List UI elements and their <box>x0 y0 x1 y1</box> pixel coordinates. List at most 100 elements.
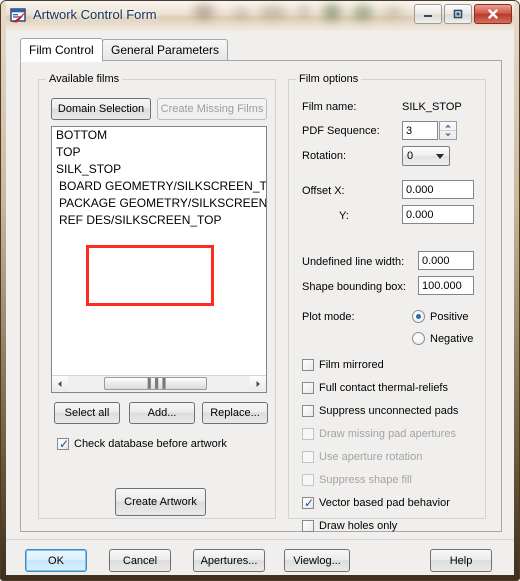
desktop-blur-blotch <box>323 4 341 20</box>
checkbox-draw-missing-pad-apertures[interactable]: Draw missing pad apertures <box>302 426 456 441</box>
title-bar[interactable]: Artwork Control Form <box>1 1 519 32</box>
film-options-group-title: Film options <box>296 73 362 85</box>
film-name-value: SILK_STOP <box>402 101 462 113</box>
scroll-right-arrow-icon[interactable] <box>250 376 266 391</box>
scrollbar-thumb[interactable]: ▐▐▐ <box>104 377 207 390</box>
checkbox-full-contact-thermal-reliefs[interactable]: Full contact thermal-reliefs <box>302 380 448 395</box>
dialog-window: Artwork Control Form Film Control Genera… <box>0 0 520 581</box>
checkbox-box <box>302 358 314 371</box>
undefined-line-width-input[interactable]: 0.000 <box>418 251 474 270</box>
tab-general-parameters[interactable]: General Parameters <box>102 39 229 60</box>
spinner-down-icon[interactable] <box>440 131 456 139</box>
listbox-horizontal-scrollbar[interactable]: ▐▐▐ <box>52 375 266 392</box>
rotation-dropdown[interactable]: 0 <box>402 146 450 166</box>
offset-y-input[interactable]: 0.000 <box>402 205 474 224</box>
dialog-button-bar: OK Cancel Apertures... Viewlog... Help <box>6 539 516 578</box>
tab-film-control-label: Film Control <box>29 43 94 57</box>
create-artwork-label: Create Artwork <box>124 496 197 508</box>
desktop-blur-blotch <box>383 7 403 18</box>
undefined-line-width-value: 0.000 <box>422 254 450 267</box>
desktop-blur-blotch <box>259 7 287 18</box>
shape-bounding-box-input[interactable]: 100.000 <box>418 276 474 295</box>
apertures-button[interactable]: Apertures... <box>193 549 265 572</box>
domain-selection-button[interactable]: Domain Selection <box>51 98 151 120</box>
pdf-sequence-input[interactable]: 3 <box>402 121 438 140</box>
offset-x-input[interactable]: 0.000 <box>402 180 474 199</box>
spinner-up-icon[interactable] <box>440 122 456 131</box>
add-label: Add... <box>147 407 177 419</box>
checkbox-film-mirrored[interactable]: Film mirrored <box>302 357 384 372</box>
checkbox-suppress-unconnected-pads[interactable]: Suppress unconnected pads <box>302 403 458 418</box>
list-item[interactable]: PACKAGE GEOMETRY/SILKSCREEN_TOP <box>52 195 266 212</box>
dialog-client-area: Film Control General Parameters Availabl… <box>6 31 516 580</box>
maximize-button[interactable] <box>444 4 472 24</box>
cancel-label: Cancel <box>122 554 158 567</box>
check-database-before-artwork-label: Check database before artwork <box>74 437 227 450</box>
checkmark-icon: ✓ <box>304 495 315 510</box>
checkbox-box <box>302 473 314 486</box>
list-item[interactable]: REF DES/SILKSCREEN_TOP <box>52 212 266 229</box>
available-films-listbox[interactable]: BOTTOM TOP SILK_STOP BOARD GEOMETRY/SILK… <box>51 126 267 393</box>
plot-mode-positive-radio[interactable]: Positive <box>412 309 469 324</box>
tab-general-parameters-label: General Parameters <box>111 43 220 57</box>
scroll-left-arrow-icon[interactable] <box>52 376 68 391</box>
checkbox-vector-based-pad-behavior[interactable]: ✓ Vector based pad behavior <box>302 495 450 510</box>
checkbox-box <box>302 404 314 417</box>
checkbox-box <box>302 450 314 463</box>
replace-button[interactable]: Replace... <box>202 402 268 424</box>
available-films-group: Available films Domain Selection Create … <box>38 73 276 519</box>
ok-button[interactable]: OK <box>25 549 87 572</box>
checkbox-box: ✓ <box>302 495 315 510</box>
list-item[interactable]: SILK_STOP <box>52 161 266 178</box>
checkbox-suppress-shape-fill-label: Suppress shape fill <box>319 473 412 486</box>
replace-label: Replace... <box>210 407 260 419</box>
desktop-blur-blotch <box>299 6 309 16</box>
close-button[interactable] <box>474 4 512 24</box>
pdf-sequence-spinner[interactable] <box>439 121 457 140</box>
plot-mode-positive-label: Positive <box>430 310 469 323</box>
offset-x-value: 0.000 <box>406 183 434 196</box>
desktop-blur-blotch <box>233 9 249 18</box>
checkbox-use-aperture-rotation[interactable]: Use aperture rotation <box>302 449 422 464</box>
application-icon <box>10 7 28 25</box>
select-all-label: Select all <box>64 407 110 419</box>
offset-x-label: Offset X: <box>302 185 345 197</box>
checkbox-box <box>302 381 314 394</box>
maximize-icon <box>445 5 471 23</box>
offset-y-value: 0.000 <box>406 208 434 221</box>
list-item[interactable]: BOARD GEOMETRY/SILKSCREEN_TOP <box>52 178 266 195</box>
checkbox-suppress-unconnected-pads-label: Suppress unconnected pads <box>319 404 459 417</box>
checkbox-draw-holes-only[interactable]: Draw holes only <box>302 518 397 533</box>
viewlog-label: Viewlog... <box>293 554 341 567</box>
create-missing-films-button[interactable]: Create Missing Films <box>157 98 267 120</box>
shape-bounding-box-value: 100.000 <box>422 279 462 292</box>
minimize-button[interactable] <box>414 4 442 24</box>
available-films-group-title: Available films <box>46 73 123 85</box>
list-item[interactable]: BOTTOM <box>52 127 266 144</box>
rotation-label: Rotation: <box>302 150 347 162</box>
select-all-button[interactable]: Select all <box>54 402 120 424</box>
add-button[interactable]: Add... <box>129 402 195 424</box>
help-label: Help <box>449 554 473 567</box>
rotation-value: 0 <box>407 150 414 162</box>
checkbox-draw-missing-pad-apertures-label: Draw missing pad apertures <box>319 427 456 440</box>
help-button[interactable]: Help <box>430 549 492 572</box>
create-missing-films-label: Create Missing Films <box>160 103 264 115</box>
scrollbar-grip-icon: ▐▐▐ <box>144 378 167 388</box>
viewlog-button[interactable]: Viewlog... <box>284 549 350 572</box>
list-item[interactable]: TOP <box>52 144 266 161</box>
domain-selection-label: Domain Selection <box>57 103 145 115</box>
cancel-button[interactable]: Cancel <box>109 549 171 572</box>
plot-mode-label: Plot mode: <box>302 311 355 323</box>
undefined-line-width-label: Undefined line width: <box>302 256 405 268</box>
checkbox-film-mirrored-label: Film mirrored <box>319 358 384 371</box>
checkbox-full-contact-thermal-reliefs-label: Full contact thermal-reliefs <box>319 381 448 394</box>
checkbox-suppress-shape-fill[interactable]: Suppress shape fill <box>302 472 412 487</box>
create-artwork-button[interactable]: Create Artwork <box>115 488 206 516</box>
tab-film-control[interactable]: Film Control <box>20 38 103 62</box>
checkbox-vector-based-pad-behavior-label: Vector based pad behavior <box>319 496 450 509</box>
radio-circle <box>412 310 425 323</box>
minimize-icon <box>415 5 441 23</box>
check-database-before-artwork-checkbox[interactable]: ✓ Check database before artwork <box>57 436 227 451</box>
plot-mode-negative-radio[interactable]: Negative <box>412 331 473 346</box>
